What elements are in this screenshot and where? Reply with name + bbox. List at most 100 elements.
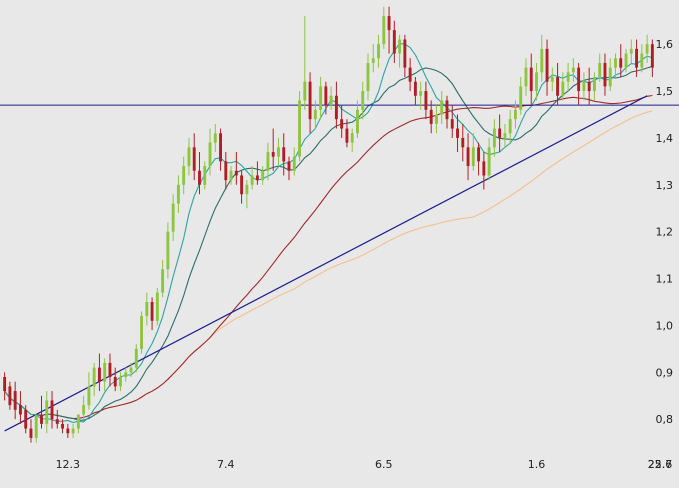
- candle-body: [108, 362, 112, 377]
- candle-body: [13, 391, 17, 410]
- candle-body: [366, 62, 370, 92]
- candle-body: [624, 53, 628, 68]
- candle-body: [477, 147, 481, 162]
- candle-body: [145, 302, 149, 317]
- candle-body: [308, 81, 312, 120]
- candle-body: [103, 362, 107, 382]
- candle-body: [18, 405, 22, 415]
- candle-body: [71, 428, 75, 434]
- candle-body: [24, 409, 28, 429]
- candle-body: [440, 100, 444, 115]
- y-tick-label: 1,5: [656, 85, 674, 98]
- candle-body: [261, 170, 265, 181]
- candle-body: [3, 377, 7, 392]
- candle-body: [313, 109, 317, 120]
- candle: [155, 287, 159, 326]
- x-tick-label: 12.3: [56, 458, 81, 471]
- candle-body: [161, 269, 165, 293]
- candle-body: [629, 48, 633, 54]
- candle-body: [392, 30, 396, 54]
- y-tick-label: 1,3: [656, 179, 674, 192]
- candle-body: [287, 161, 291, 171]
- candle-body: [608, 67, 612, 87]
- candle-body: [198, 170, 201, 185]
- candle-body: [250, 175, 254, 185]
- candle-body: [66, 428, 70, 434]
- candle-body: [277, 147, 280, 157]
- candle-body: [645, 44, 649, 54]
- candle-body: [513, 109, 517, 120]
- candle-body: [87, 386, 91, 406]
- candle: [298, 91, 301, 162]
- candle-body: [640, 53, 644, 68]
- candle-body: [29, 428, 33, 438]
- candle-body: [408, 67, 412, 82]
- candle-body: [240, 175, 244, 195]
- candle-body: [282, 147, 286, 162]
- x-tick-label: 22.7: [648, 458, 673, 471]
- candle-body: [382, 16, 386, 45]
- candle-body: [387, 16, 391, 31]
- candle-body: [461, 137, 465, 148]
- candle-body: [298, 100, 301, 157]
- candle-body: [61, 423, 65, 429]
- candle-body: [129, 367, 133, 373]
- candle-body: [535, 72, 538, 92]
- candle-body: [524, 67, 528, 87]
- candle-body: [398, 39, 402, 54]
- candle-body: [176, 184, 180, 204]
- candle-body: [508, 119, 512, 134]
- candle-body: [303, 81, 307, 101]
- x-tick-label: 1.6: [528, 458, 546, 471]
- candle-body: [619, 58, 623, 68]
- candle-body: [45, 400, 49, 424]
- candle-body: [377, 44, 380, 59]
- candle-body: [371, 58, 375, 63]
- y-tick-label: 0,8: [656, 413, 674, 426]
- candle-body: [498, 128, 502, 138]
- candle-body: [429, 109, 433, 124]
- candle-body: [234, 170, 238, 176]
- candle-body: [224, 161, 228, 181]
- candle-body: [577, 67, 581, 92]
- candle-body: [324, 86, 328, 106]
- candle-body: [592, 77, 596, 92]
- candle-body: [545, 48, 549, 82]
- candle-body: [113, 377, 117, 387]
- candle-body: [571, 67, 575, 73]
- candle-body: [356, 109, 359, 134]
- candle-body: [171, 203, 175, 232]
- candle-body: [119, 377, 122, 387]
- y-tick-label: 1,4: [656, 132, 674, 145]
- candle-body: [229, 170, 233, 181]
- candle-body: [203, 166, 207, 185]
- candle-body: [150, 302, 154, 321]
- candle-body: [350, 133, 354, 143]
- y-tick-label: 1,0: [656, 319, 674, 332]
- candle-body: [561, 81, 565, 96]
- candle-body: [340, 119, 344, 129]
- candle-body: [8, 386, 12, 406]
- candle-body: [213, 133, 217, 143]
- candle-body: [55, 419, 59, 424]
- candle-body: [503, 133, 507, 138]
- candle-body: [245, 184, 249, 195]
- y-tick-label: 1,1: [656, 273, 674, 286]
- candle-body: [140, 316, 144, 349]
- candle-body: [97, 367, 101, 382]
- candle-body: [403, 39, 407, 68]
- candle-body: [519, 86, 523, 110]
- candle-body: [219, 133, 222, 162]
- x-tick-label: 6.5: [375, 458, 393, 471]
- candle-body: [650, 44, 654, 68]
- candle-body: [187, 147, 191, 167]
- y-tick-label: 1,2: [656, 226, 674, 239]
- candle: [140, 311, 144, 354]
- y-tick-label: 1,6: [656, 38, 674, 51]
- candle-body: [456, 128, 459, 138]
- candle-body: [424, 91, 428, 110]
- candle-body: [419, 91, 423, 96]
- candle-body: [361, 91, 365, 110]
- candle-body: [76, 414, 80, 429]
- candle-body: [166, 231, 170, 270]
